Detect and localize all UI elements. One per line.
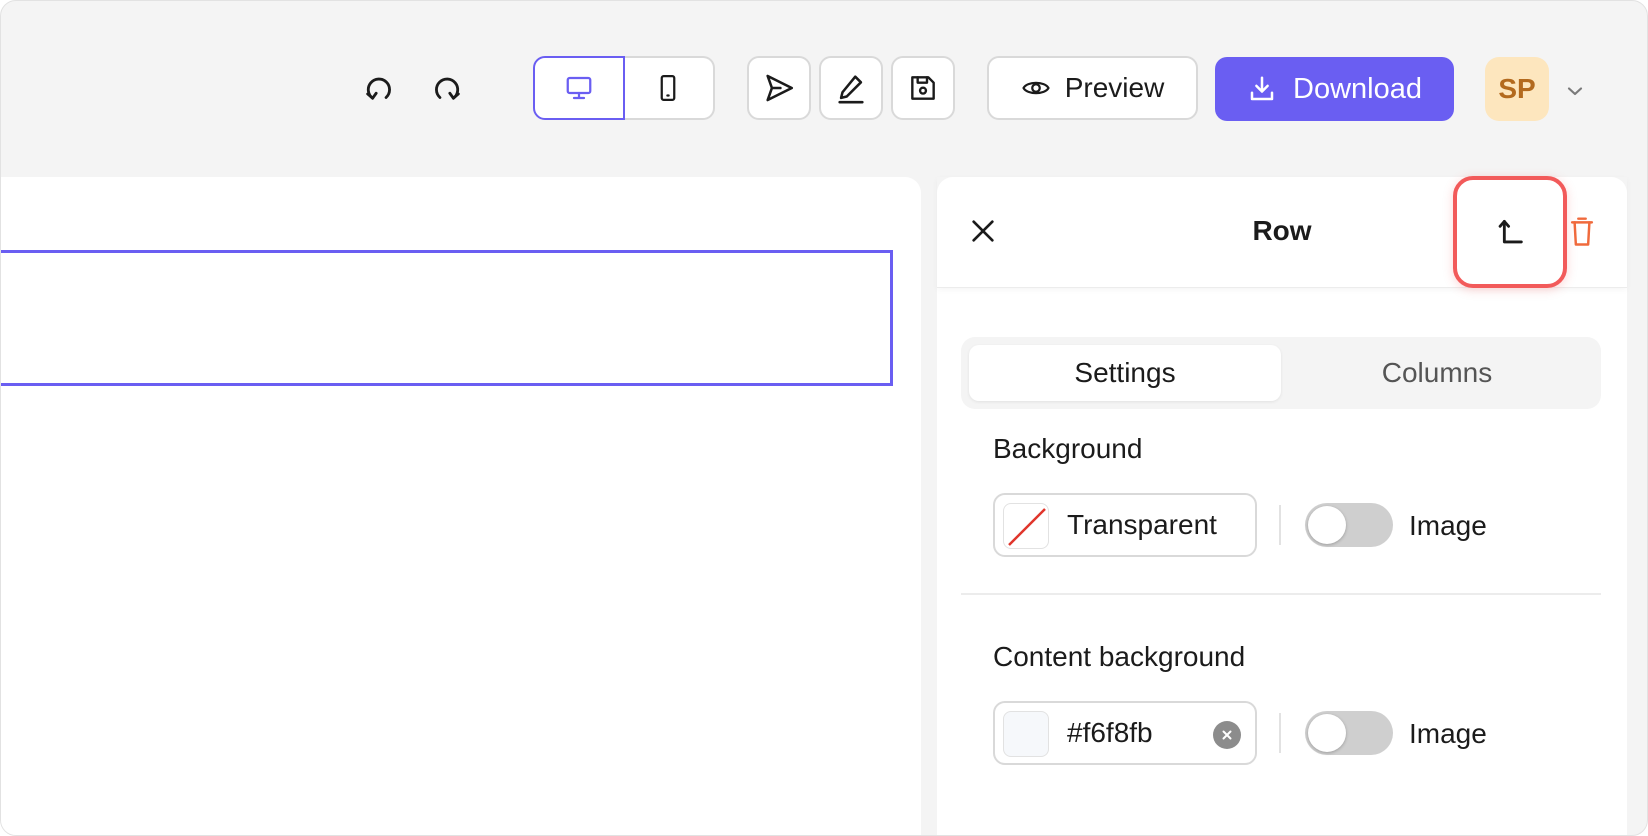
transparent-swatch	[1003, 503, 1049, 549]
account-menu-toggle[interactable]	[1561, 77, 1589, 105]
panel-tabs: Settings Columns	[961, 337, 1601, 409]
select-parent-button[interactable]	[1453, 176, 1567, 288]
content-background-color-value: #f6f8fb	[1067, 717, 1153, 748]
clear-color-button[interactable]	[1213, 721, 1241, 749]
toggle-knob	[1308, 506, 1346, 544]
smartphone-icon	[660, 75, 676, 101]
edit-button[interactable]	[819, 56, 883, 120]
transparent-slash-icon	[1008, 508, 1046, 546]
background-color-value: Transparent	[1067, 509, 1217, 540]
content-background-image-label: Image	[1409, 718, 1487, 749]
monitor-icon	[566, 76, 592, 100]
preview-button[interactable]: Preview	[987, 56, 1198, 120]
selected-row-outline[interactable]	[1, 250, 893, 386]
email-canvas	[1, 177, 921, 835]
content-background-image-toggle[interactable]	[1305, 711, 1393, 755]
divider	[1279, 505, 1281, 545]
undo-icon	[366, 77, 391, 100]
download-label: Download	[1293, 72, 1422, 105]
preview-label: Preview	[1064, 72, 1165, 103]
delete-row-button[interactable]	[1569, 215, 1595, 247]
corner-left-up-icon	[1498, 219, 1523, 244]
mobile-view-button[interactable]	[623, 56, 715, 120]
download-button[interactable]: Download	[1215, 57, 1454, 121]
floppy-disk-icon	[911, 76, 935, 100]
background-image-label: Image	[1409, 510, 1487, 541]
trash-icon	[1570, 217, 1594, 246]
toggle-knob	[1308, 714, 1346, 752]
background-label: Background	[993, 433, 1143, 464]
row-properties-panel: Row Settings Columns Background Transpar…	[937, 176, 1627, 835]
chevron-down-icon	[1567, 87, 1583, 96]
download-icon	[1250, 76, 1274, 101]
section-divider	[961, 593, 1601, 595]
pen-icon	[838, 75, 864, 104]
divider	[1279, 713, 1281, 753]
content-background-color-picker[interactable]: #f6f8fb	[993, 701, 1257, 765]
send-icon	[766, 74, 794, 102]
desktop-view-button[interactable]	[533, 56, 625, 120]
panel-header: Row	[937, 176, 1627, 288]
user-avatar[interactable]: SP	[1485, 57, 1549, 121]
send-test-button[interactable]	[747, 56, 811, 120]
save-button[interactable]	[891, 56, 955, 120]
color-swatch	[1003, 711, 1049, 757]
avatar-initials: SP	[1498, 73, 1536, 104]
tab-settings[interactable]: Settings	[969, 345, 1281, 401]
tab-columns[interactable]: Columns	[1281, 345, 1593, 401]
redo-button[interactable]	[425, 67, 469, 111]
undo-button[interactable]	[357, 67, 401, 111]
content-background-label: Content background	[993, 641, 1246, 672]
eye-icon	[1022, 81, 1050, 95]
redo-icon	[435, 77, 460, 100]
background-image-toggle[interactable]	[1305, 503, 1393, 547]
app-window: Preview Download SP Row Settings Columns…	[0, 0, 1648, 836]
background-color-picker[interactable]: Transparent	[993, 493, 1257, 557]
clear-icon	[1222, 730, 1232, 740]
